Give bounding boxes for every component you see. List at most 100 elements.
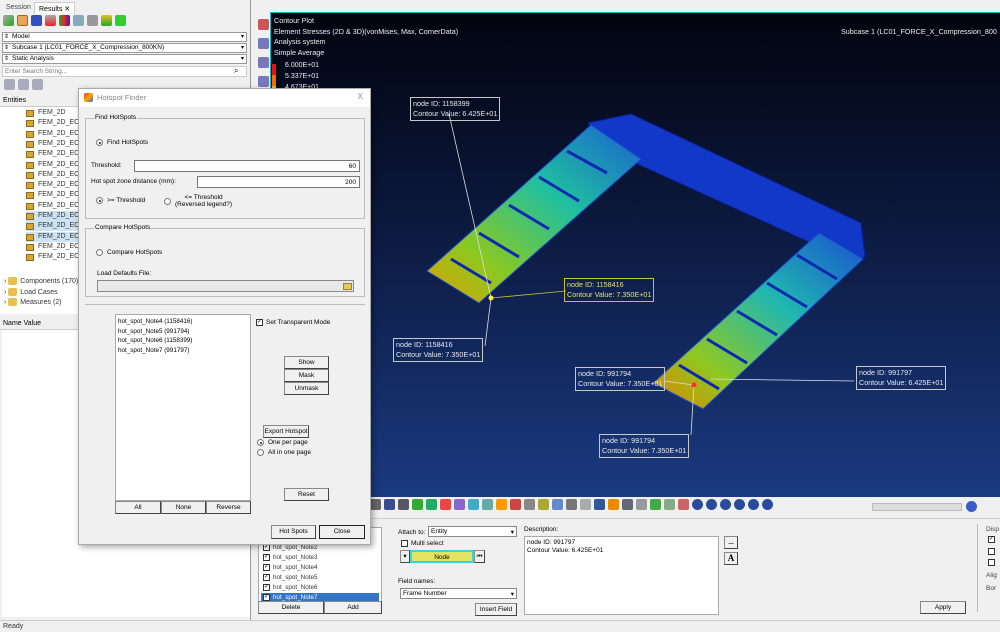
display-icon[interactable] xyxy=(17,15,28,26)
close-icon[interactable]: ✕ xyxy=(64,6,70,13)
node-button[interactable]: Node xyxy=(410,550,474,563)
toolbar-tool-icon[interactable] xyxy=(678,499,689,510)
toolbar-tool-icon[interactable] xyxy=(482,499,493,510)
search-input[interactable] xyxy=(2,66,247,77)
cube-icon[interactable] xyxy=(87,15,98,26)
node-callout[interactable]: node ID: 1158416 Contour Value: 7.350E+01 xyxy=(564,278,655,302)
unmask-button[interactable]: Unmask xyxy=(284,382,329,395)
all-button[interactable]: All xyxy=(115,501,161,514)
attach-select[interactable]: Entity ▾ xyxy=(428,526,517,537)
tree-item[interactable]: FEM_2D_EC_ xyxy=(26,129,83,139)
zone-distance-input[interactable] xyxy=(197,176,360,188)
flow-icon[interactable] xyxy=(73,15,84,26)
chevron-down-icon[interactable]: ▾ xyxy=(241,55,244,63)
close-icon[interactable]: X xyxy=(358,92,363,101)
reset-button[interactable]: Reset xyxy=(284,488,329,501)
node-callout[interactable]: node ID: 991794 Contour Value: 7.350E+01 xyxy=(599,434,690,458)
tree-item[interactable]: FEM_2D_EC_ xyxy=(26,201,83,211)
tab-results[interactable]: Results ✕ xyxy=(34,2,76,14)
page-icon[interactable] xyxy=(258,19,269,30)
node-end-button[interactable]: ⏮ xyxy=(474,550,485,563)
filter-icon[interactable] xyxy=(4,79,15,90)
animation-slider[interactable] xyxy=(872,503,962,511)
deformed-icon[interactable] xyxy=(31,15,42,26)
description-textarea[interactable]: node ID: 991797 Contour Value: 6.425E+01 xyxy=(524,536,719,615)
radio[interactable] xyxy=(257,439,264,446)
checkbox[interactable]: ✓ xyxy=(263,583,270,591)
checkbox[interactable] xyxy=(401,540,408,547)
graphics-viewport[interactable]: Contour Plot Element Stresses (2D & 3D)(… xyxy=(270,12,1000,497)
hotspot-list-item[interactable]: hot_spot_Note7 (991797) xyxy=(118,346,248,356)
more-button[interactable]: ... xyxy=(724,536,738,549)
tree-item[interactable]: FEM_2D_EC_ xyxy=(26,149,83,159)
toolbar-tool-icon[interactable] xyxy=(384,499,395,510)
find-hotspots-radio[interactable]: Find HotSpots xyxy=(96,139,148,146)
delete-button[interactable]: Delete xyxy=(258,601,324,614)
search-icon[interactable]: ⌕ xyxy=(234,66,238,76)
toolbar-tool-icon[interactable] xyxy=(370,499,381,510)
field-names-select[interactable]: Frame Number ▾ xyxy=(400,588,517,599)
one-per-page-radio[interactable]: One per page xyxy=(257,439,308,446)
tree-item[interactable]: FEM_2D_EC_ xyxy=(26,211,83,221)
toolbar-tool-icon[interactable] xyxy=(692,499,703,510)
toolbar-tool-icon[interactable] xyxy=(440,499,451,510)
tree-group[interactable]: › Load Cases xyxy=(4,287,58,296)
show-button[interactable]: Show xyxy=(284,356,329,369)
toolbar-tool-icon[interactable] xyxy=(664,499,675,510)
vector-icon[interactable] xyxy=(45,15,56,26)
tree-item[interactable]: FEM_2D_EC_ xyxy=(26,190,83,200)
tree-item[interactable]: FEM_2D_EC_ xyxy=(26,221,83,232)
hotspot-list-item[interactable]: hot_spot_Note5 (991794) xyxy=(118,327,248,337)
node-dropdown-arrow[interactable]: ▾ xyxy=(400,550,410,563)
tree-item[interactable]: FEM_2D_EC_ xyxy=(26,231,83,242)
toolbar-tool-icon[interactable] xyxy=(496,499,507,510)
checkbox[interactable]: ✓ xyxy=(263,563,270,571)
toolbar-tool-icon[interactable] xyxy=(608,499,619,510)
hot-spots-button[interactable]: Hot Spots xyxy=(271,525,316,539)
dialog-titlebar[interactable]: Hotspot Finder X xyxy=(79,89,370,107)
radio[interactable] xyxy=(96,139,103,146)
note-list-item[interactable]: ✓ hot_spot_Note6 xyxy=(261,583,379,593)
page-icon[interactable] xyxy=(258,76,269,87)
display-checkbox[interactable]: ✓ xyxy=(988,536,995,543)
radio[interactable] xyxy=(257,449,264,456)
tensor-icon[interactable] xyxy=(59,15,70,26)
node-callout[interactable]: node ID: 1158399 Contour Value: 6.425E+01 xyxy=(410,97,501,121)
page-icon[interactable] xyxy=(258,38,269,49)
node-callout[interactable]: node ID: 991794 Contour Value: 7.350E+01 xyxy=(575,367,666,391)
settings-icon[interactable] xyxy=(966,501,977,512)
toolbar-tool-icon[interactable] xyxy=(524,499,535,510)
ge-threshold-radio[interactable]: >= Threshold xyxy=(96,197,145,204)
page-icon[interactable] xyxy=(258,57,269,68)
chevron-down-icon[interactable]: ▾ xyxy=(241,33,244,41)
radio[interactable] xyxy=(164,197,171,205)
display-checkbox[interactable] xyxy=(988,559,995,566)
toolbar-tool-icon[interactable] xyxy=(538,499,549,510)
toolbar-tool-icon[interactable] xyxy=(398,499,409,510)
toolbar-tool-icon[interactable] xyxy=(622,499,633,510)
toolbar-tool-icon[interactable] xyxy=(762,499,773,510)
spinner-icon[interactable]: ⇕ xyxy=(4,33,9,41)
filter-icon[interactable] xyxy=(18,79,29,90)
radio[interactable] xyxy=(96,197,103,204)
toolbar-tool-icon[interactable] xyxy=(412,499,423,510)
reverse-button[interactable]: Reverse xyxy=(206,501,251,514)
model-select[interactable]: ⇕ Model ▾ xyxy=(2,32,247,42)
tree-item[interactable]: FEM_2D_EC_ xyxy=(26,180,83,190)
threshold-input[interactable] xyxy=(134,160,360,172)
toolbar-tool-icon[interactable] xyxy=(636,499,647,510)
load-defaults-input[interactable] xyxy=(97,280,354,292)
apply-button[interactable]: Apply xyxy=(920,601,966,614)
tree-item[interactable]: FEM_2D xyxy=(26,108,78,118)
le-threshold-radio[interactable]: <= Threshold (Reversed legend?) xyxy=(164,194,232,208)
tree-item[interactable]: FEM_2D_EC_ xyxy=(26,252,83,262)
node-callout[interactable]: node ID: 1158416 Contour Value: 7.350E+01 xyxy=(393,338,484,362)
toolbar-tool-icon[interactable] xyxy=(580,499,591,510)
tab-session[interactable]: Session xyxy=(2,2,35,14)
toolbar-tool-icon[interactable] xyxy=(720,499,731,510)
tree-item[interactable]: FEM_2D_EC_ xyxy=(26,160,83,170)
checkbox[interactable]: ✓ xyxy=(256,319,263,326)
fe-model[interactable] xyxy=(270,12,1000,497)
subcase-select[interactable]: ⇕ Subcase 1 (LC01_FORCE_X_Compression_800… xyxy=(2,43,247,53)
checkbox[interactable]: ✓ xyxy=(263,573,270,581)
